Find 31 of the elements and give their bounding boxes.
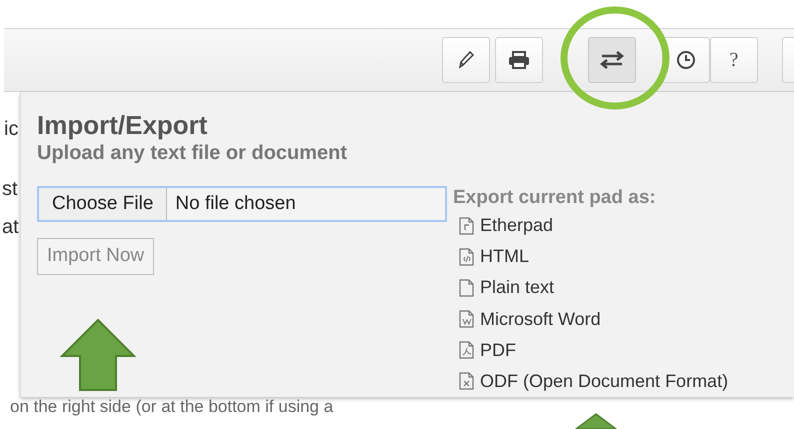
pad-text-line: on the right side (or at the bottom if using a xyxy=(10,397,334,417)
clock-icon xyxy=(676,50,696,70)
pad-text-fragment: ic xyxy=(4,117,20,142)
print-button[interactable] xyxy=(495,37,543,83)
export-heading: Export current pad as: xyxy=(453,186,657,210)
export-link[interactable]: ODF (Open Document Format) xyxy=(459,366,728,398)
help-button[interactable]: ? xyxy=(710,37,758,83)
choose-file-button[interactable]: Choose File xyxy=(39,188,168,220)
file-status: No file chosen xyxy=(175,192,296,216)
pencil-button[interactable] xyxy=(442,37,490,83)
printer-icon xyxy=(507,50,531,70)
export-link[interactable]: Plain text xyxy=(459,272,728,304)
file-input[interactable]: Choose File No file chosen xyxy=(37,186,447,222)
pad-text-fragment: st xyxy=(2,177,19,202)
panel-title: Import/Export xyxy=(37,110,208,140)
export-link[interactable]: Microsoft Word xyxy=(459,304,728,335)
document-icon xyxy=(459,341,474,360)
swap-arrows-icon xyxy=(599,50,625,70)
pencil-icon xyxy=(456,49,476,71)
export-link[interactable]: Etherpad xyxy=(459,210,728,242)
document-icon xyxy=(459,310,474,328)
pad-text-fragment: at xyxy=(2,215,20,240)
document-icon xyxy=(459,278,474,297)
export-link[interactable]: PDF xyxy=(459,334,728,366)
document-icon xyxy=(459,248,474,266)
document-icon xyxy=(459,216,474,235)
import-export-button[interactable] xyxy=(588,37,636,83)
panel-subtitle: Upload any text file or document xyxy=(37,141,348,166)
export-link[interactable]: HTML xyxy=(459,241,728,272)
up-arrow xyxy=(575,413,617,429)
document-icon xyxy=(459,372,474,390)
